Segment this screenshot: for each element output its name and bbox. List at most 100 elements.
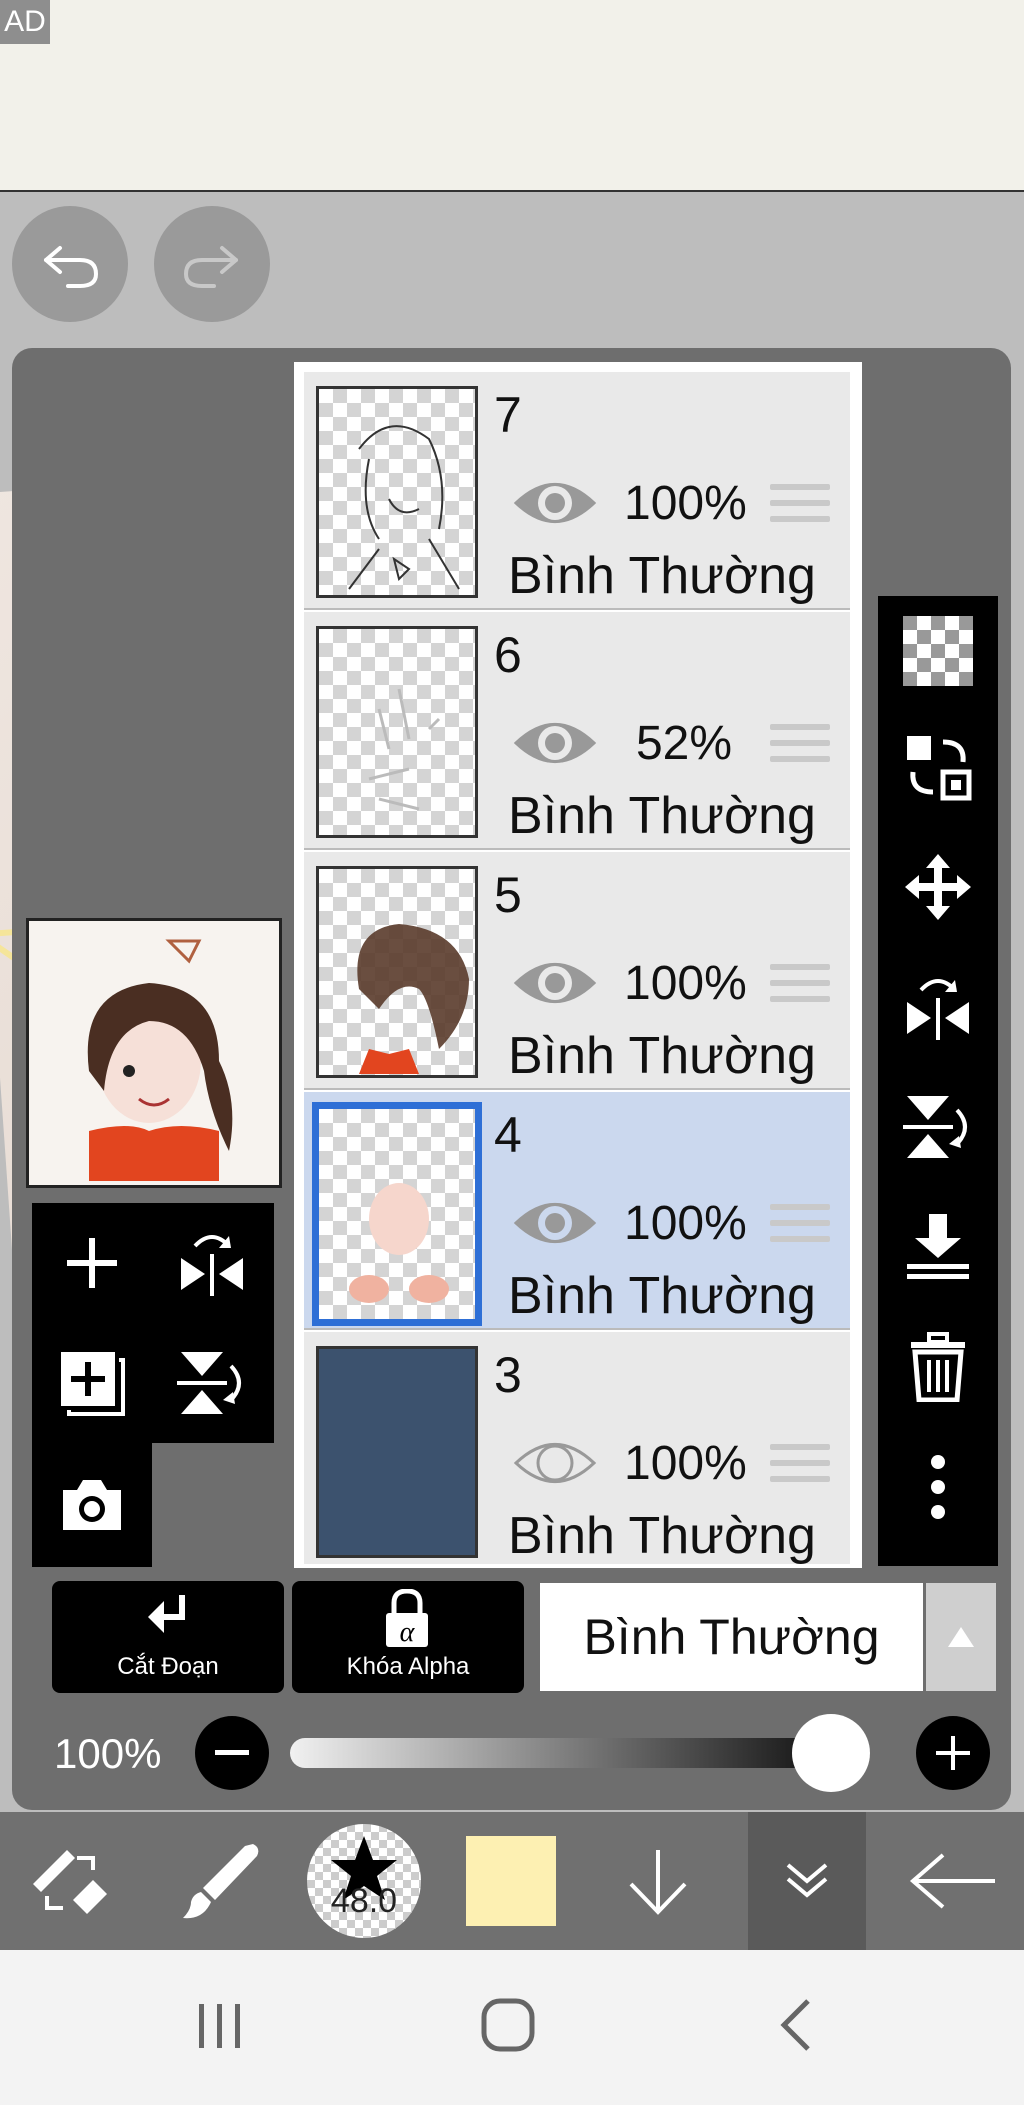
opacity-decrease-button[interactable] bbox=[195, 1716, 269, 1790]
brush-size-preview: 48.0 bbox=[307, 1824, 421, 1938]
clip-button[interactable]: Cắt Đoạn bbox=[52, 1581, 284, 1693]
layer-blend-mode: Bình Thường bbox=[508, 787, 816, 845]
add-layer-button[interactable] bbox=[32, 1203, 152, 1323]
blend-mode-select[interactable]: Bình Thường bbox=[540, 1583, 923, 1691]
layer-number: 7 bbox=[494, 387, 522, 443]
flip-horizontal-button[interactable] bbox=[878, 952, 998, 1062]
layer-add-bar-bottom bbox=[32, 1443, 152, 1567]
triangle-up-icon bbox=[948, 1627, 974, 1647]
flip-vertical-button[interactable] bbox=[878, 1072, 998, 1182]
opacity-value: 100% bbox=[54, 1730, 162, 1777]
alpha-lock-button[interactable]: α Khóa Alpha bbox=[292, 1581, 524, 1693]
camera-button[interactable] bbox=[32, 1445, 152, 1565]
drag-handle-icon[interactable] bbox=[770, 724, 830, 770]
opacity-increase-button[interactable] bbox=[916, 1716, 990, 1790]
add-layer-icon bbox=[67, 1238, 117, 1288]
layer-blend-mode: Bình Thường bbox=[508, 1027, 816, 1085]
layer-number: 5 bbox=[494, 867, 522, 923]
copy-layer-button[interactable] bbox=[878, 712, 998, 822]
eye-icon[interactable] bbox=[512, 472, 598, 534]
eye-icon[interactable] bbox=[512, 1432, 598, 1494]
layer-thumbnail bbox=[316, 386, 478, 598]
blend-mode-dropdown-button[interactable] bbox=[926, 1583, 996, 1691]
svg-text:α: α bbox=[400, 1617, 416, 1648]
alpha-lock-label: Khóa Alpha bbox=[346, 1653, 470, 1680]
layer-opacity: 52% bbox=[635, 717, 733, 770]
ad-tag: AD bbox=[0, 0, 50, 44]
layer-row-selected[interactable]: 4 100% Bình Thường bbox=[304, 1092, 850, 1330]
back-nav-button[interactable] bbox=[736, 1970, 856, 2080]
brush-icon bbox=[183, 1844, 259, 1919]
clip-label: Cắt Đoạn bbox=[117, 1653, 219, 1680]
more-button[interactable] bbox=[878, 1432, 998, 1542]
delete-layer-button[interactable] bbox=[878, 1312, 998, 1422]
flip-horizontal-left-button[interactable] bbox=[152, 1203, 272, 1323]
home-button[interactable] bbox=[448, 1970, 568, 2080]
back-nav-icon bbox=[780, 1999, 810, 2051]
layer-blend-mode: Bình Thường bbox=[508, 547, 816, 605]
layer-opacity: 100% bbox=[624, 1437, 747, 1490]
trash-icon bbox=[911, 1332, 965, 1402]
drag-handle-icon[interactable] bbox=[770, 1204, 830, 1250]
color-swatch bbox=[466, 1836, 556, 1926]
layer-row[interactable]: 5 100% Bình Thường bbox=[304, 852, 850, 1090]
layer-panel-toggle-button[interactable] bbox=[748, 1812, 866, 1950]
color-button[interactable] bbox=[441, 1812, 581, 1950]
home-icon bbox=[481, 1998, 535, 2052]
layer-number: 3 bbox=[494, 1347, 522, 1403]
layer-number: 4 bbox=[494, 1107, 522, 1163]
flip-horizontal-icon bbox=[907, 979, 969, 1040]
brush-eraser-switch-icon bbox=[33, 1850, 107, 1914]
layer-thumbnail bbox=[316, 626, 478, 838]
redo-button[interactable] bbox=[154, 206, 270, 322]
flip-vertical-icon bbox=[177, 1352, 241, 1414]
tool-switch-button[interactable] bbox=[0, 1812, 140, 1950]
flip-vertical-icon bbox=[903, 1096, 967, 1158]
move-icon bbox=[905, 854, 971, 920]
layer-blend-mode: Bình Thường bbox=[508, 1267, 816, 1325]
eye-icon[interactable] bbox=[512, 712, 598, 774]
add-copy-layer-button[interactable] bbox=[32, 1323, 152, 1443]
layer-row[interactable]: 3 100% Bình Thường bbox=[304, 1332, 850, 1564]
layer-opacity: 100% bbox=[624, 957, 747, 1010]
layer-row[interactable]: 6 52% Bình Thường bbox=[304, 612, 850, 850]
alpha-lock-icon: α bbox=[386, 1589, 428, 1648]
canvas-preview[interactable] bbox=[26, 918, 282, 1188]
drag-handle-icon[interactable] bbox=[770, 484, 830, 530]
layer-row[interactable]: 7 100% Bình Thường bbox=[304, 372, 850, 610]
drag-handle-icon[interactable] bbox=[770, 964, 830, 1010]
brush-size-button[interactable]: 48.0 bbox=[294, 1812, 434, 1950]
layer-list[interactable]: 7 100% Bình Thường 6 52% Bình Thường 5 1… bbox=[294, 362, 862, 1568]
copy-layer-icon bbox=[907, 736, 972, 801]
bottom-toolbar: 48.0 bbox=[0, 1812, 1024, 1950]
flip-vertical-left-button[interactable] bbox=[152, 1323, 272, 1443]
minus-icon bbox=[215, 1750, 249, 1755]
layer-opacity: 100% bbox=[624, 1197, 747, 1250]
opacity-slider[interactable] bbox=[290, 1738, 870, 1768]
merge-down-button[interactable] bbox=[878, 1192, 998, 1302]
layer-tools-bar bbox=[878, 596, 998, 1566]
move-button[interactable] bbox=[878, 832, 998, 942]
brush-button[interactable] bbox=[150, 1812, 290, 1950]
layer-add-bar bbox=[32, 1203, 274, 1443]
system-nav-bar bbox=[0, 1950, 1024, 2105]
opacity-slider-handle[interactable] bbox=[792, 1714, 870, 1792]
eye-icon[interactable] bbox=[512, 952, 598, 1014]
add-copy-layer-icon bbox=[61, 1352, 125, 1416]
plus-icon bbox=[936, 1736, 970, 1770]
undo-button[interactable] bbox=[12, 206, 128, 322]
back-button[interactable] bbox=[884, 1812, 1024, 1950]
transparency-button[interactable] bbox=[878, 596, 998, 706]
arrow-left-icon bbox=[909, 1853, 995, 1909]
arrow-down-icon bbox=[629, 1850, 687, 1915]
drag-handle-icon[interactable] bbox=[770, 1444, 830, 1490]
layer-number: 6 bbox=[494, 627, 522, 683]
recents-button[interactable] bbox=[160, 1970, 280, 2080]
merge-down-icon bbox=[907, 1214, 969, 1279]
scroll-down-button[interactable] bbox=[588, 1812, 728, 1950]
layer-thumbnail bbox=[316, 866, 478, 1078]
eye-icon[interactable] bbox=[512, 1192, 598, 1254]
ad-banner[interactable]: AD bbox=[0, 0, 1024, 192]
camera-icon bbox=[63, 1480, 121, 1530]
layer-thumbnail bbox=[316, 1346, 478, 1558]
